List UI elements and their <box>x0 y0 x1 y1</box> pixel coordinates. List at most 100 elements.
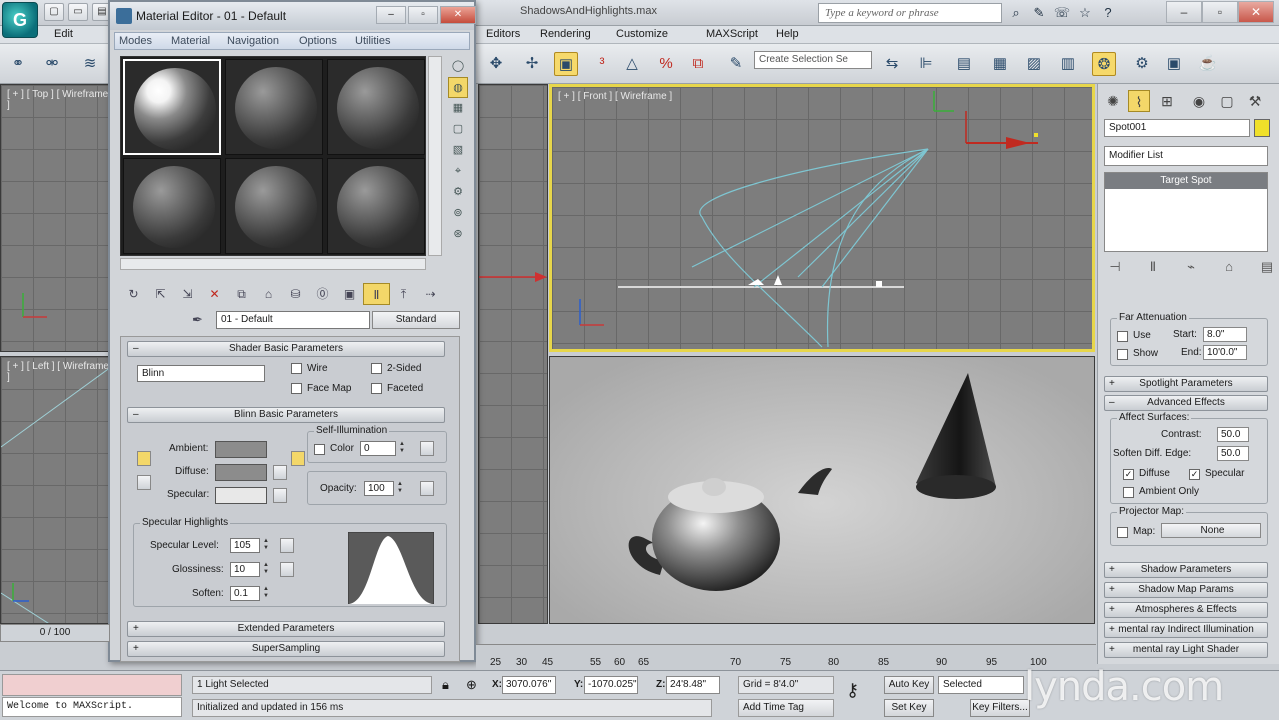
angle-snap-icon[interactable]: △ <box>620 52 644 76</box>
remove-modifier-icon[interactable]: ⌂ <box>1218 256 1240 278</box>
ambient-color-swatch[interactable] <box>215 441 267 458</box>
contrast-spinner[interactable]: 50.0 <box>1217 427 1249 442</box>
edit-named-selection-icon[interactable]: ✎ <box>724 52 748 76</box>
rollout-advanced-effects[interactable]: – Advanced Effects <box>1104 395 1268 411</box>
self-illum-spinner-arrows[interactable]: ▲ ▼ <box>398 441 406 456</box>
object-name-field[interactable]: Spot001 <box>1104 119 1250 137</box>
viewport-perspective[interactable] <box>549 356 1095 624</box>
stack-item-target-spot[interactable]: Target Spot <box>1105 173 1267 189</box>
lock-diffuse-specular-icon[interactable] <box>137 475 151 490</box>
menu-customize[interactable]: Customize <box>616 28 668 40</box>
face-map-checkbox[interactable] <box>291 383 302 394</box>
lock-ambient-diffuse-icon[interactable] <box>137 451 151 466</box>
select-rotate-icon[interactable]: ✢ <box>520 52 544 76</box>
viewport-front[interactable]: [ + ] [ Front ] [ Wireframe ] <box>549 84 1095 352</box>
material-editor-icon[interactable]: ❂ <box>1092 52 1116 76</box>
lock-map-icon[interactable] <box>291 451 305 466</box>
maxscript-listener-input[interactable]: Welcome to MAXScript. <box>2 697 182 717</box>
self-illum-map-button[interactable] <box>420 441 434 456</box>
far-atten-show-checkbox[interactable] <box>1117 349 1128 360</box>
diffuse-color-swatch[interactable] <box>215 464 267 481</box>
z-coord-field[interactable]: 24'8.48" <box>666 676 720 694</box>
make-unique-icon[interactable]: ⌁ <box>1180 256 1202 278</box>
maximize-button[interactable]: ▫ <box>1202 1 1238 23</box>
opacity-spinner[interactable]: 100 <box>364 481 394 496</box>
sample-uv-tiling-icon[interactable]: ▢ <box>448 119 468 140</box>
menu-maxscript[interactable]: MAXScript <box>706 28 758 40</box>
sample-slot-4[interactable] <box>123 158 221 254</box>
reference-coordinate-icon[interactable]: ▣ <box>554 52 578 76</box>
menu-rendering[interactable]: Rendering <box>540 28 591 40</box>
pin-stack-icon[interactable]: ⊣ <box>1104 256 1126 278</box>
viewport-top[interactable]: [ + ] [ Top ] [ Wireframe ] <box>0 84 110 352</box>
curve-editor-icon[interactable]: ▨ <box>1022 52 1046 76</box>
set-key-button[interactable]: Set Key <box>884 699 934 717</box>
key-mode-selected-dropdown[interactable]: Selected <box>938 676 1024 694</box>
rollout-extended-parameters[interactable]: + Extended Parameters <box>127 621 445 637</box>
utilities-tab-icon[interactable]: ⚒ <box>1244 90 1266 112</box>
graphite-ribbon-icon[interactable]: ▦ <box>988 52 1012 76</box>
sample-slot-3[interactable] <box>327 59 425 155</box>
maxscript-listener-output[interactable] <box>2 674 182 696</box>
make-copy-icon[interactable]: ⧉ <box>228 283 255 305</box>
diffuse-map-button[interactable] <box>273 465 287 480</box>
modify-tab-icon[interactable]: ⌇ <box>1128 90 1150 112</box>
far-atten-end-spinner[interactable]: 10'0.0" <box>1203 345 1247 360</box>
options-icon[interactable]: ⚙ <box>448 182 468 203</box>
help-search-input[interactable]: Type a keyword or phrase <box>818 3 1002 23</box>
schematic-view-icon[interactable]: ▥ <box>1056 52 1080 76</box>
me-menu-navigation[interactable]: Navigation <box>227 35 279 47</box>
snaps-toggle-icon[interactable]: ³ <box>590 52 614 76</box>
material-map-navigator-icon[interactable]: ⊛ <box>448 224 468 245</box>
percent-snap-icon[interactable]: % <box>654 52 678 76</box>
menu-edit[interactable]: Edit <box>54 28 73 40</box>
self-illum-color-checkbox[interactable] <box>314 444 325 455</box>
x-coord-field[interactable]: 3070.076" <box>502 676 556 694</box>
sample-slot-5[interactable] <box>225 158 323 254</box>
glossiness-map-button[interactable] <box>280 562 294 577</box>
modifier-stack[interactable]: Target Spot <box>1104 172 1268 252</box>
glossiness-spinner-arrows[interactable]: ▲ ▼ <box>262 562 270 577</box>
sample-type-icon[interactable]: ◯ <box>448 56 468 77</box>
rollout-shadow-parameters[interactable]: + Shadow Parameters <box>1104 562 1268 578</box>
rollout-shader-basic-parameters[interactable]: – Shader Basic Parameters <box>127 341 445 357</box>
close-button[interactable]: ✕ <box>1238 1 1274 23</box>
show-end-result-icon[interactable]: Ⅱ <box>1142 256 1164 278</box>
material-type-button[interactable]: Standard <box>372 311 460 329</box>
open-file-icon[interactable]: ▭ <box>68 3 88 21</box>
hierarchy-tab-icon[interactable]: ⊞ <box>1156 90 1178 112</box>
specular-level-spinner-arrows[interactable]: ▲ ▼ <box>262 538 270 553</box>
menu-graph-editors[interactable]: Editors <box>486 28 520 40</box>
time-slider[interactable]: 0 / 100 <box>0 624 110 642</box>
select-move-icon[interactable]: ✥ <box>484 52 508 76</box>
me-menu-material[interactable]: Material <box>171 35 210 47</box>
key-filters-button[interactable]: Key Filters... <box>970 699 1030 717</box>
sample-slots-horizontal-scrollbar[interactable] <box>120 258 426 270</box>
configure-sets-icon[interactable]: ▤ <box>1256 256 1278 278</box>
opacity-spinner-arrows[interactable]: ▲ ▼ <box>396 481 404 496</box>
selection-lock-icon[interactable]: 🔒︎ <box>442 677 449 693</box>
mirror-icon[interactable]: ⇆ <box>880 52 904 76</box>
make-unique-icon[interactable]: ⌂ <box>255 283 282 305</box>
material-id-channel-icon[interactable]: ⓪ <box>309 283 336 305</box>
sample-slot-2[interactable] <box>225 59 323 155</box>
display-tab-icon[interactable]: ▢ <box>1216 90 1238 112</box>
communication-icon[interactable]: ☏ <box>1052 3 1072 23</box>
go-to-parent-icon[interactable]: ⤒ <box>390 283 417 305</box>
material-name-dropdown[interactable]: 01 - Default <box>216 311 370 329</box>
assign-to-selection-icon[interactable]: ⇲ <box>174 283 201 305</box>
motion-tab-icon[interactable]: ◉ <box>1188 90 1210 112</box>
rollout-mental-ray-light-shader[interactable]: + mental ray Light Shader <box>1104 642 1268 658</box>
spinner-snap-icon[interactable]: ⧉ <box>686 52 710 76</box>
select-link-icon[interactable]: ⚭ <box>6 52 30 76</box>
viewport-top-label[interactable]: [ + ] [ Top ] [ Wireframe ] <box>7 89 109 111</box>
ambient-only-checkbox[interactable] <box>1123 487 1134 498</box>
reset-map-icon[interactable]: ✕ <box>201 283 228 305</box>
diffuse-checkbox[interactable]: ✓ <box>1123 469 1134 480</box>
video-color-check-icon[interactable]: ▧ <box>448 140 468 161</box>
put-to-scene-icon[interactable]: ⇱ <box>147 283 174 305</box>
add-time-tag-button[interactable]: Add Time Tag <box>738 699 834 717</box>
specular-map-button[interactable] <box>273 488 287 503</box>
select-by-material-icon[interactable]: ⊚ <box>448 203 468 224</box>
minimize-button[interactable]: – <box>1166 1 1202 23</box>
